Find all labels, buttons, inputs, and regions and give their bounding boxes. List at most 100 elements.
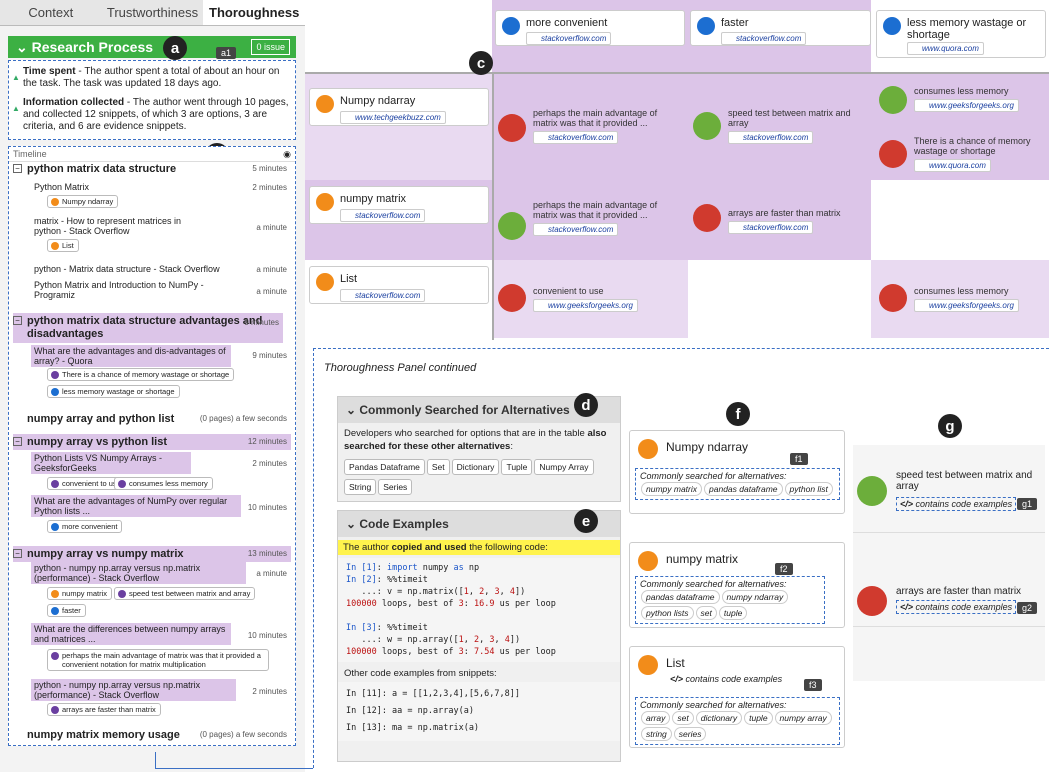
annotation-f1: f1 xyxy=(790,453,808,465)
tab-context[interactable]: Context xyxy=(0,0,102,25)
timeline-group[interactable]: − numpy array vs numpy matrix 13 minutes xyxy=(13,546,291,562)
annotation-f3: f3 xyxy=(804,679,822,691)
source-link[interactable]: stackoverflow.com xyxy=(340,209,426,222)
criteria-card[interactable]: more convenient stackoverflow.com xyxy=(495,10,685,46)
research-info: ▲ Time spent - The author spent a total o… xyxy=(8,60,296,140)
timeline-group[interactable]: − python matrix data structure 5 minutes xyxy=(13,161,291,177)
criteria-card[interactable]: faster stackoverflow.com xyxy=(690,10,871,46)
option-card[interactable]: List </> contains code examples f3 Commo… xyxy=(629,646,845,748)
timeline-item[interactable]: What are the advantages and dis-advantag… xyxy=(31,345,231,367)
thumbs-down-icon xyxy=(879,140,907,168)
alternative-tag[interactable]: String xyxy=(344,479,377,495)
code-icon: </> xyxy=(670,674,684,684)
timeline-item[interactable]: What are the differences between numpy a… xyxy=(31,623,231,645)
alternative-tag[interactable]: Dictionary xyxy=(451,459,500,475)
option-card[interactable]: List stackoverflow.com xyxy=(309,266,489,304)
tab-trustworthiness[interactable]: Trustworthiness xyxy=(102,0,204,25)
timeline-group[interactable]: numpy matrix memory usage (0 pages) a few… xyxy=(13,727,291,743)
option-card[interactable]: numpy matrix f2 Commonly searched for al… xyxy=(629,542,845,628)
evidence[interactable]: consumes less memory www.geeksforgeeks.or… xyxy=(914,286,1044,312)
thumbs-down-icon xyxy=(857,586,887,616)
code-examples-indicator[interactable]: </> contains code examples xyxy=(896,600,1017,614)
item-time: 2 minutes xyxy=(252,687,287,696)
alternative-tag[interactable]: Series xyxy=(378,479,413,495)
code-icon: </> xyxy=(900,602,914,612)
option-card[interactable]: Numpy ndarray f1 Commonly searched for a… xyxy=(629,430,845,514)
criteria-chip[interactable]: faster xyxy=(47,604,86,617)
collapse-icon[interactable]: − xyxy=(13,164,22,173)
option-name: List xyxy=(666,656,685,670)
criteria-name: faster xyxy=(721,17,749,29)
evidence-chip[interactable]: speed test between matrix and array xyxy=(114,587,256,600)
option-name: numpy matrix xyxy=(340,193,407,205)
source-link[interactable]: www.techgeekbuzz.com xyxy=(340,111,446,124)
source-link[interactable]: stackoverflow.com xyxy=(721,32,807,45)
evidence[interactable]: perhaps the main advantage of matrix was… xyxy=(533,108,683,144)
timeline-item[interactable]: Python Lists VS Numpy Arrays - GeeksforG… xyxy=(31,452,191,474)
source-link[interactable]: stackoverflow.com xyxy=(340,289,426,302)
research-process-header[interactable]: ⌄ Research Process 0 issue xyxy=(8,36,296,58)
eye-icon[interactable]: ◉ xyxy=(283,149,291,160)
thumbs-up-icon xyxy=(693,112,721,140)
criteria-chip[interactable]: more convenient xyxy=(47,520,123,533)
evidence[interactable]: speed test between matrix and array stack… xyxy=(728,108,868,144)
group-title: numpy array and python list xyxy=(27,413,175,425)
alternative-tag[interactable]: Pandas Dataframe xyxy=(344,459,425,475)
timeline-item[interactable]: Python Matrix xyxy=(31,181,92,193)
group-time: (0 pages) a few seconds xyxy=(199,414,287,423)
evidence[interactable]: arrays are faster than matrix stackoverfl… xyxy=(728,208,868,234)
source-link[interactable]: www.quora.com xyxy=(907,42,984,55)
time-spent-label: Time spent xyxy=(23,66,76,77)
evidence[interactable]: There is a chance of memory wastage or s… xyxy=(914,136,1044,172)
timeline-item[interactable]: python - numpy np.array versus np.matrix… xyxy=(31,562,246,584)
timeline-header: Timeline xyxy=(9,147,295,162)
thumbs-down-icon xyxy=(879,284,907,312)
alternatives-box: Commonly searched for alternatives: array… xyxy=(635,697,840,745)
option-chip[interactable]: numpy matrix xyxy=(47,587,113,600)
thumbs-up-icon xyxy=(857,476,887,506)
timeline-item[interactable]: matrix - How to represent matrices in py… xyxy=(31,215,201,237)
timeline-group[interactable]: − python matrix data structure advantages… xyxy=(13,313,283,343)
alternative-tag[interactable]: Numpy Array xyxy=(534,459,594,475)
item-time: 2 minutes xyxy=(252,459,287,468)
alternative-tag[interactable]: Set xyxy=(426,459,450,475)
group-title: python matrix data structure xyxy=(27,163,177,175)
timeline-group[interactable]: − numpy array vs python list 12 minutes xyxy=(13,434,291,450)
option-card[interactable]: Numpy ndarray www.techgeekbuzz.com xyxy=(309,88,489,126)
code-examples-panel: ⌄ Code Examples The author copied and us… xyxy=(337,510,621,762)
criteria-chip[interactable]: less memory wastage or shortage xyxy=(47,385,180,398)
option-card[interactable]: numpy matrix stackoverflow.com xyxy=(309,186,489,224)
code-examples-indicator[interactable]: </> contains code examples xyxy=(896,497,1017,511)
alternatives-tags: Pandas Dataframe Set Dictionary Tuple Numpy … xyxy=(338,457,620,497)
code-line: In [13]: ma = np.matrix(a) xyxy=(346,723,480,733)
timeline-item[interactable]: Python Matrix and Introduction to NumPy … xyxy=(31,279,221,301)
chevron-down-icon: ⌄ xyxy=(346,403,360,417)
evidence-chip[interactable]: perhaps the main advantage of matrix was… xyxy=(47,649,269,671)
collapse-icon[interactable]: − xyxy=(13,549,22,558)
group-time: 12 minutes xyxy=(247,437,287,446)
evidence[interactable]: consumes less memory www.geeksforgeeks.or… xyxy=(914,86,1044,112)
source-link[interactable]: stackoverflow.com xyxy=(526,32,612,45)
collapse-icon[interactable]: − xyxy=(13,316,22,325)
evidence-chip[interactable]: arrays are faster than matrix xyxy=(47,703,161,716)
code-examples-indicator[interactable]: </> contains code examples xyxy=(670,674,782,684)
timeline-item[interactable]: What are the advantages of NumPy over re… xyxy=(31,495,241,517)
tab-thoroughness[interactable]: Thoroughness xyxy=(203,0,306,25)
group-title: numpy array vs numpy matrix xyxy=(27,548,184,560)
timeline-item[interactable]: python - Matrix data structure - Stack O… xyxy=(31,263,223,275)
evidence-chip[interactable]: consumes less memory xyxy=(114,477,213,490)
timeline-group[interactable]: numpy array and python list (0 pages) a f… xyxy=(13,411,291,427)
evidence-chip[interactable]: There is a chance of memory wastage or s… xyxy=(47,368,235,381)
option-chip[interactable]: List xyxy=(47,239,79,252)
evidence[interactable]: perhaps the main advantage of matrix was… xyxy=(533,200,683,236)
thumbs-up-icon xyxy=(498,212,526,240)
alternative-tag[interactable]: Tuple xyxy=(501,459,533,475)
up-arrow-icon: ▲ xyxy=(12,104,20,113)
alternatives-title: Commonly Searched for Alternatives xyxy=(359,403,570,417)
collapse-icon[interactable]: − xyxy=(13,437,22,446)
option-name: Numpy ndarray xyxy=(666,440,749,454)
evidence[interactable]: convenient to use www.geeksforgeeks.org xyxy=(533,286,683,312)
timeline-item[interactable]: python - numpy np.array versus np.matrix… xyxy=(31,679,236,701)
criteria-card[interactable]: less memory wastage or shortage www.quora… xyxy=(876,10,1046,58)
option-chip[interactable]: Numpy ndarray xyxy=(47,195,119,208)
